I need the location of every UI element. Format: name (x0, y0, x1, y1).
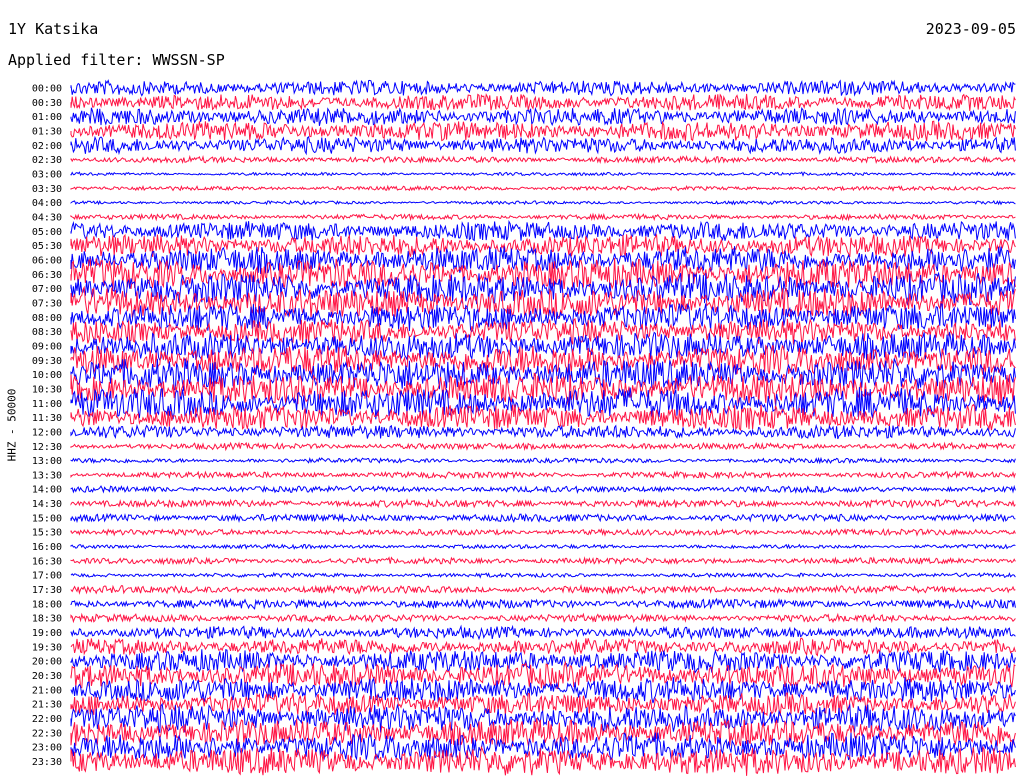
row-time-label: 18:30 (32, 614, 62, 625)
trace-line (70, 154, 1016, 165)
row-time-label: 21:30 (32, 700, 62, 711)
trace-line (70, 441, 1016, 452)
trace-line (70, 624, 1016, 641)
row-time-label: 23:00 (32, 743, 62, 754)
row-time-label: 06:30 (32, 270, 62, 281)
row-time-label: 07:00 (32, 284, 62, 295)
row-time-label: 08:30 (32, 327, 62, 338)
row-time-label: 22:30 (32, 728, 62, 739)
row-time-label: 15:30 (32, 528, 62, 539)
trace-line (70, 649, 1016, 674)
trace-line (70, 212, 1016, 222)
row-time-label: 23:30 (32, 757, 62, 768)
trace-line (70, 456, 1016, 465)
row-time-label: 13:00 (32, 456, 62, 467)
trace-line (70, 171, 1016, 177)
row-time-label: 04:30 (32, 212, 62, 223)
row-time-label: 05:00 (32, 227, 62, 238)
row-time-label: 06:00 (32, 255, 62, 266)
trace-line (70, 233, 1016, 258)
trace-line (70, 184, 1016, 192)
row-time-label: 14:00 (32, 485, 62, 496)
trace-line (70, 556, 1016, 566)
row-time-label: 04:00 (32, 198, 62, 209)
row-time-label: 02:00 (32, 141, 62, 152)
row-time-label: 13:30 (32, 470, 62, 481)
row-time-label: 11:00 (32, 399, 62, 410)
row-time-label: 16:00 (32, 542, 62, 553)
row-time-label: 19:30 (32, 642, 62, 653)
row-time-label: 19:00 (32, 628, 62, 639)
row-time-label: 12:00 (32, 427, 62, 438)
trace-line (70, 612, 1016, 624)
trace-line (70, 512, 1016, 524)
row-time-label: 09:00 (32, 341, 62, 352)
trace-line (70, 271, 1016, 306)
row-time-label: 07:30 (32, 298, 62, 309)
row-time-label: 10:30 (32, 384, 62, 395)
row-time-label: 11:30 (32, 413, 62, 424)
row-time-label: 17:30 (32, 585, 62, 596)
trace-line (70, 135, 1016, 156)
row-time-label: 10:00 (32, 370, 62, 381)
trace-line (70, 597, 1016, 611)
row-time-label: 22:00 (32, 714, 62, 725)
trace-line (70, 637, 1016, 657)
row-time-label: 00:30 (32, 98, 62, 109)
trace-line (70, 745, 1016, 776)
row-time-label: 12:30 (32, 442, 62, 453)
trace-line (70, 92, 1016, 112)
row-time-label: 02:30 (32, 155, 62, 166)
trace-line (70, 484, 1016, 495)
seismogram-plot: 00:00 00:30 01:00 01:30 02:00 02:30 03:00 03:30… (32, 79, 1016, 776)
trace-line (70, 583, 1016, 595)
row-time-label: 03:30 (32, 184, 62, 195)
trace-line (70, 498, 1016, 509)
row-time-label: 05:30 (32, 241, 62, 252)
trace-line (70, 527, 1016, 537)
trace-line (70, 79, 1016, 97)
trace-line (70, 660, 1016, 690)
row-time-label: 09:30 (32, 356, 62, 367)
row-time-label: 01:00 (32, 112, 62, 123)
row-time-label: 17:00 (32, 571, 62, 582)
row-time-label: 00:00 (32, 84, 62, 95)
trace-line (70, 543, 1016, 550)
trace-line (70, 423, 1016, 440)
row-time-label: 16:30 (32, 556, 62, 567)
row-time-label: 18:00 (32, 599, 62, 610)
trace-line (70, 571, 1016, 579)
row-time-label: 14:30 (32, 499, 62, 510)
trace-line (70, 106, 1016, 127)
trace-line (70, 199, 1016, 206)
row-time-label: 15:00 (32, 513, 62, 524)
row-time-label: 21:00 (32, 685, 62, 696)
row-time-label: 20:00 (32, 657, 62, 668)
row-time-label: 01:30 (32, 126, 62, 137)
row-time-label: 08:00 (32, 313, 62, 324)
trace-line (70, 470, 1016, 480)
row-time-label: 03:00 (32, 169, 62, 180)
row-time-label: 20:30 (32, 671, 62, 682)
